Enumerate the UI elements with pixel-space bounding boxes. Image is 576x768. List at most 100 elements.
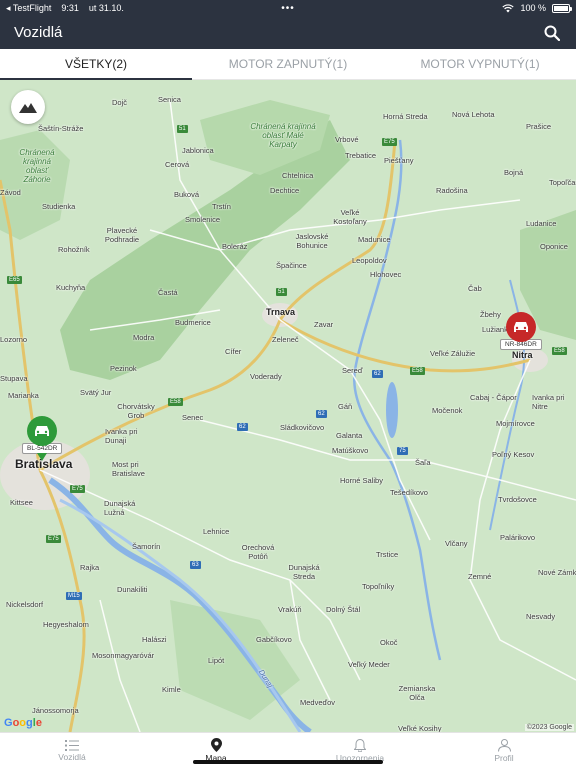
map-label: Dunakiliti [117,585,148,594]
location-pin-icon [210,738,222,752]
map-label: Voderady [250,372,282,381]
map-label: Poľný Kesov [492,450,535,459]
terrain-toggle-button[interactable] [11,90,45,124]
map-label: Cabaj - Čápor [470,393,517,402]
map-label: Zeleneč [272,335,299,344]
map-label: Kittsee [10,498,33,507]
list-icon [65,739,79,751]
status-time: 9:31 [61,3,79,13]
map-label: Kimle [162,685,181,694]
map-label: Vlčany [445,539,468,548]
mountain-icon [19,103,37,113]
road-shield: E65 [7,276,22,284]
map-label: Tešedíkovo [390,488,428,497]
map-label: Buková [174,190,200,199]
road-shield: M15 [66,592,82,600]
tab-all[interactable]: VŠETKY(2) [0,49,192,80]
map-label: Bojná [504,168,524,177]
tab-engine-on[interactable]: MOTOR ZAPNUTÝ(1) [192,49,384,79]
nav-profile[interactable]: Profil [432,733,576,768]
vehicle-marker-off[interactable]: NR-846DR [500,312,542,350]
map-label: Stupava [0,374,28,383]
road-shield: 62 [237,423,248,431]
map-label: Hegyeshalom [43,620,89,629]
search-icon [544,25,560,41]
map-label-city: Nitra [512,350,533,360]
map-label: Jánossomorja [32,706,79,715]
road-shield: 63 [190,561,201,569]
filter-tabs: VŠETKY(2) MOTOR ZAPNUTÝ(1) MOTOR VYPNUTÝ… [0,49,576,80]
road-shield: E58 [410,367,425,375]
search-button[interactable] [542,23,562,43]
pin-pointer-icon [37,453,48,461]
map-label: Madunice [358,235,391,244]
map-view[interactable]: Senica Dojč Šaštín-Stráže Jablonica Cero… [0,80,576,732]
map-label: Galanta [336,431,363,440]
map-label: Prašice [526,122,552,131]
map-label: Piešťany [384,156,414,165]
map-label: Trstice [376,550,399,559]
map-label: Chtelnica [282,171,314,180]
wifi-icon [502,3,515,12]
map-label: Matúškovo [332,446,369,455]
status-date: ut 31.10. [88,3,124,13]
app-header: Vozidlá [0,16,576,49]
map-label: Jablonica [182,146,214,155]
map-label: Ivanka pri Dunaji [105,427,138,445]
map-label: Dunajská Streda [288,563,320,581]
map-label: Topoľníky [362,582,395,591]
map-label: Horné Saliby [340,476,383,485]
map-label: Hlohovec [370,270,402,279]
map-label: Veľké Kosihy [398,724,442,732]
road-shield: 51 [177,125,188,133]
map-label: Zemianska Olča [398,684,436,702]
home-indicator[interactable] [193,760,383,764]
map-label: Smolenice [185,215,221,224]
bell-icon [354,738,366,752]
map-label: Cerová [165,160,190,169]
person-icon [497,738,511,752]
map-label: Plavecké Podhradie [104,226,140,244]
map-label: Lehnice [203,527,230,536]
map-label: Rajka [80,563,100,572]
map-label: Mosonmagyaróvár [92,651,155,660]
back-to-testflight[interactable]: ◂ TestFlight [6,3,51,14]
map-label: Chránená krajinná oblasť Malé Karpaty [250,122,316,149]
map-label: Svätý Jur [80,388,112,397]
map-label: Trebatice [345,151,376,160]
map-label: Mojmírovce [496,419,535,428]
map-label: Radošina [436,186,468,195]
map-label: Kuchyňa [56,283,86,292]
tab-engine-off[interactable]: MOTOR VYPNUTÝ(1) [384,49,576,79]
map-label: Medveďov [300,698,336,707]
map-label: Ludanice [526,219,557,228]
road-shield: E75 [382,138,397,146]
google-logo: Google [4,717,42,729]
map-label: Nová Lehota [452,110,495,119]
nav-label: Vozidlá [58,751,86,762]
map-label: Sereď [342,366,363,375]
map-label: Veľké Kostoľany [333,208,367,226]
map-label: Nesvady [526,612,556,621]
map-label: Modra [133,333,155,342]
map-label: Závod [0,188,21,197]
map-label: Dechtice [270,186,300,195]
battery-percent: 100 % [520,3,546,13]
vehicle-marker-on[interactable]: BL-542DR [22,416,63,461]
map-label: Halászi [142,635,167,644]
map-label: Most pri Bratislave [112,460,145,478]
map-label: Nové Zámky [538,568,576,577]
map-label: Nickelsdorf [6,600,44,609]
nav-vehicles[interactable]: Vozidlá [0,733,144,768]
map-label: Zemné [468,572,492,581]
multitasking-dots[interactable]: ••• [281,3,295,14]
map-label-city: Trnava [266,307,296,317]
map-label: Lipót [208,656,225,665]
battery-icon [552,3,572,13]
map-label: Tvrdošovce [498,495,537,504]
map-label: Marianka [8,391,39,400]
map-label: Častá [158,288,178,297]
map-copyright[interactable]: ©2023 Google [524,724,574,731]
vehicle-pin [505,312,536,342]
map-label: Žbehy [480,310,501,319]
